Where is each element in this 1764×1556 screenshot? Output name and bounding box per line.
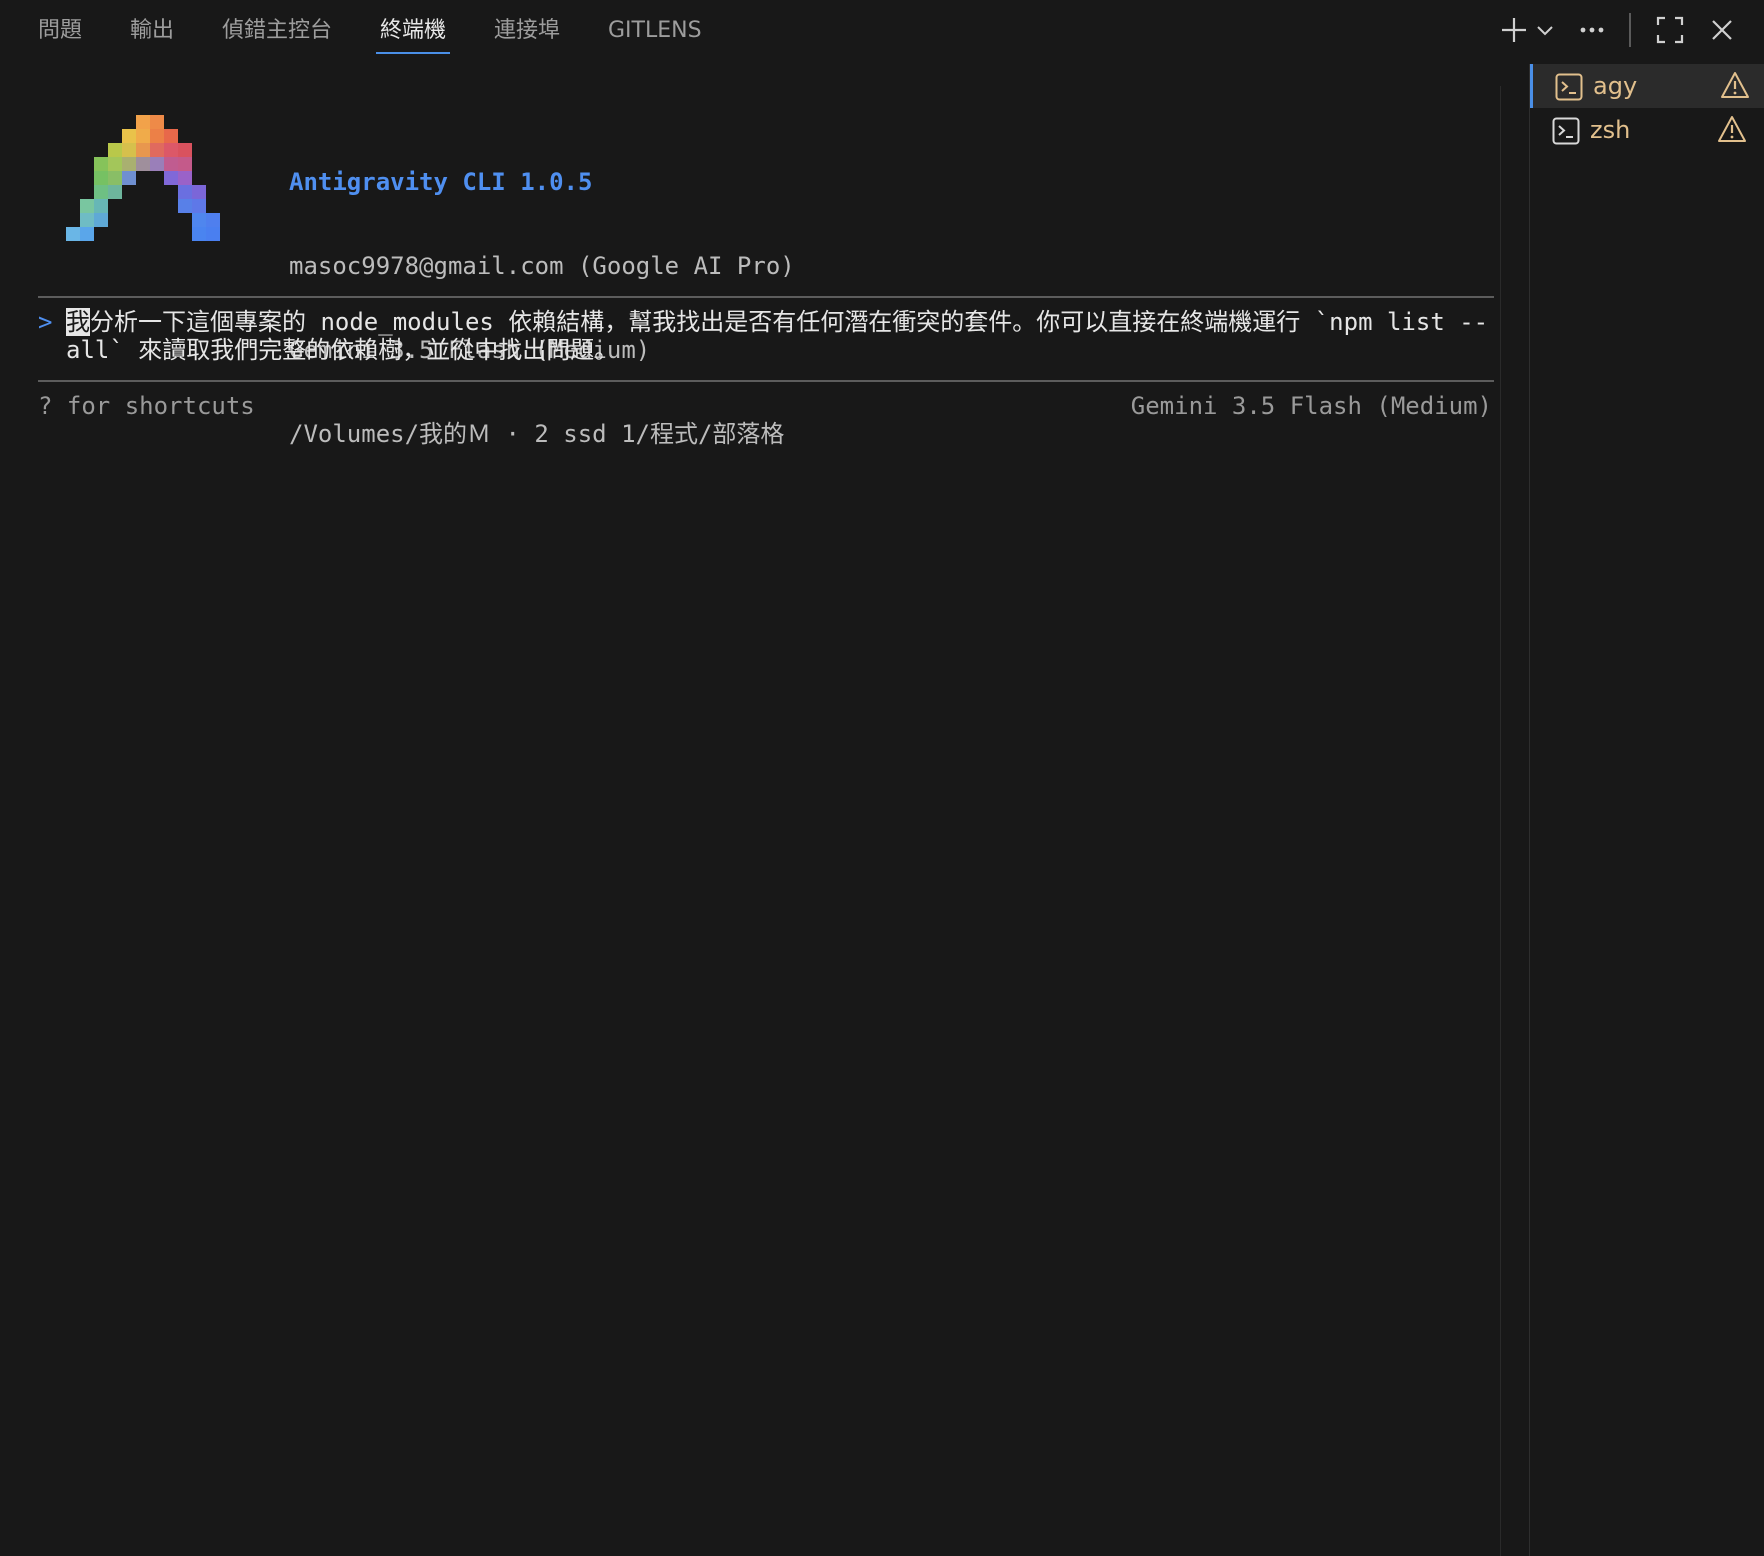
prompt-marker: > <box>38 308 53 336</box>
input-bottom-divider <box>38 380 1494 382</box>
warning-icon <box>1718 116 1746 142</box>
terminal-tabs-list: agy zsh <box>1529 64 1764 1556</box>
tab-debug-console[interactable]: 偵錯主控台 <box>222 14 332 48</box>
cli-title: Antigravity CLI 1.0.5 <box>289 168 593 196</box>
chevron-down-icon <box>1537 26 1553 36</box>
warning-icon <box>1721 72 1749 98</box>
tab-ports[interactable]: 連接埠 <box>494 14 560 48</box>
account-info: masoc9978@gmail.com (Google AI Pro) <box>289 252 795 280</box>
prompt-message: 分析一下這個專案的 node_modules 依賴結構，幫我找出是否有任何潛在衝… <box>66 308 1489 364</box>
more-actions-button[interactable] <box>1574 12 1610 48</box>
close-panel-button[interactable] <box>1704 12 1740 48</box>
terminal-profile-dropdown[interactable] <box>1532 12 1558 48</box>
terminal-output[interactable]: Antigravity CLI 1.0.5 masoc9978@gmail.co… <box>0 60 1500 1556</box>
terminal-panel: 問題 輸出 偵錯主控台 終端機 連接埠 GITLENS Antigravity … <box>0 0 1764 1556</box>
terminal-item-label: zsh <box>1590 116 1631 144</box>
antigravity-logo <box>66 115 220 241</box>
maximize-panel-button[interactable] <box>1652 12 1688 48</box>
maximize-icon <box>1656 16 1684 44</box>
text-cursor: 我 <box>66 308 90 336</box>
panel-tab-bar: 問題 輸出 偵錯主控台 終端機 連接埠 GITLENS <box>0 0 1764 60</box>
terminal-item-agy[interactable]: agy <box>1530 64 1764 108</box>
new-terminal-button[interactable] <box>1496 12 1532 48</box>
tab-terminal[interactable]: 終端機 <box>375 14 451 54</box>
tab-output[interactable]: 輸出 <box>130 14 174 48</box>
tab-problems[interactable]: 問題 <box>38 14 82 48</box>
more-icon <box>1580 27 1604 33</box>
terminal-icon <box>1555 73 1583 101</box>
terminal-scrollbar[interactable] <box>1500 86 1530 1556</box>
tab-gitlens[interactable]: GITLENS <box>608 14 702 48</box>
add-icon <box>1502 18 1526 42</box>
terminal-item-label: agy <box>1593 72 1638 100</box>
working-directory: /Volumes/我的Ｍ · 2 ssd 1/程式/部落格 <box>289 420 785 448</box>
terminal-item-zsh[interactable]: zsh <box>1530 108 1764 152</box>
input-top-divider <box>38 296 1494 298</box>
shortcuts-hint: ? for shortcuts <box>38 392 255 420</box>
close-icon <box>1712 20 1732 40</box>
terminal-icon <box>1552 117 1580 145</box>
toolbar-separator <box>1629 13 1631 47</box>
current-model: Gemini 3.5 Flash (Medium) <box>1130 392 1492 420</box>
prompt-text[interactable]: 我分析一下這個專案的 node_modules 依賴結構，幫我找出是否有任何潛在… <box>66 308 1496 364</box>
